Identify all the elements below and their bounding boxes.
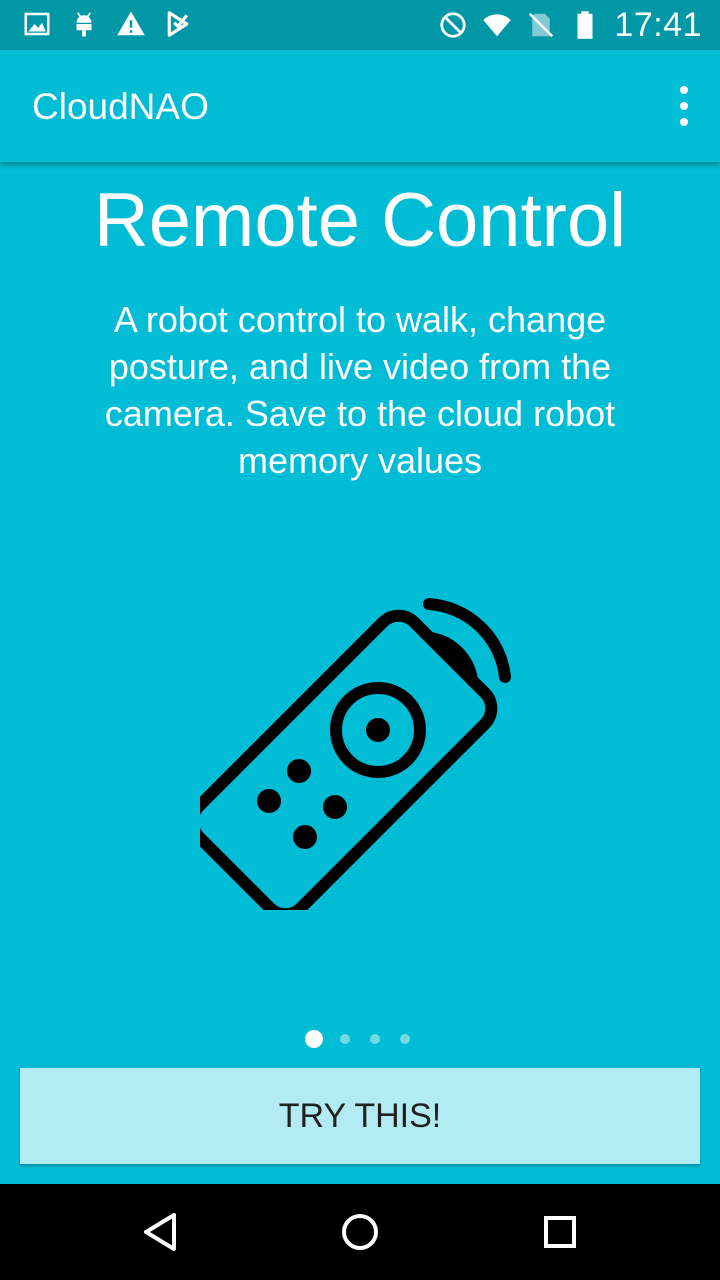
page-dot[interactable] xyxy=(400,1034,410,1044)
android-debug-icon xyxy=(76,12,92,37)
home-icon[interactable] xyxy=(334,1206,386,1258)
warning-icon xyxy=(117,11,145,36)
do-not-disturb-icon xyxy=(440,12,467,38)
app-title: CloudNAO xyxy=(32,86,209,127)
status-bar: 17:41 xyxy=(0,0,720,50)
battery-icon xyxy=(577,11,593,39)
try-this-button[interactable]: TRY THIS! xyxy=(20,1068,700,1164)
onboarding-description: A robot control to walk, change posture,… xyxy=(104,299,616,481)
page-dot[interactable] xyxy=(370,1034,380,1044)
overflow-dot xyxy=(680,86,688,94)
page-indicator xyxy=(0,1030,720,1050)
page-dot[interactable] xyxy=(340,1034,350,1044)
wifi-icon xyxy=(483,14,512,37)
app-bar: CloudNAO xyxy=(0,50,720,162)
more-vert-icon[interactable] xyxy=(672,86,696,126)
back-icon[interactable] xyxy=(134,1206,186,1258)
gallery-icon xyxy=(24,12,50,36)
remote-control-icon xyxy=(200,598,511,910)
status-system-icons: 17:41 xyxy=(438,6,702,44)
no-sim-icon xyxy=(529,12,554,38)
navigation-bar xyxy=(0,1184,720,1280)
overflow-dot xyxy=(680,102,688,110)
page-dot-active[interactable] xyxy=(305,1030,323,1048)
status-time: 17:41 xyxy=(614,6,702,44)
overflow-dot xyxy=(680,118,688,126)
status-notifications xyxy=(22,9,210,39)
onboarding-title: Remote Control xyxy=(93,178,627,263)
play-store-icon xyxy=(167,11,189,37)
recents-icon[interactable] xyxy=(534,1206,586,1258)
screen: 17:41 CloudNAO Remote Control A robot co… xyxy=(0,0,720,1280)
